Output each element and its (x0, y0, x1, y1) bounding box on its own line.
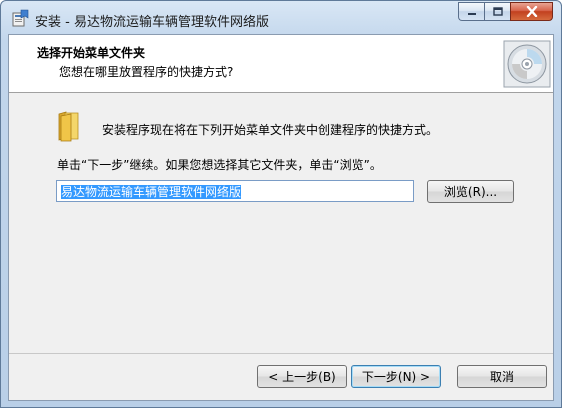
page-title: 选择开始菜单文件夹 (37, 46, 146, 60)
maximize-button[interactable] (484, 2, 510, 21)
cancel-button[interactable]: 取消 (457, 365, 547, 388)
close-button[interactable] (510, 2, 553, 21)
wizard-page: 选择开始菜单文件夹 您想在哪里放置程序的快捷方式? 安装程序现在将在下列开始菜单… (8, 34, 554, 401)
maximize-icon (492, 7, 503, 16)
folder-icon (58, 111, 79, 142)
installer-icon (12, 9, 29, 27)
footer-divider (9, 353, 553, 354)
hint-text: 单击“下一步”继续。如果您想选择其它文件夹，单击“浏览”。 (57, 158, 382, 172)
browse-button[interactable]: 浏览(R)... (427, 180, 514, 203)
page-subtitle: 您想在哪里放置程序的快捷方式? (59, 65, 234, 79)
minimize-icon (467, 12, 476, 15)
folder-input-value: 易达物流运输车辆管理软件网络版 (61, 185, 242, 199)
wizard-header: 选择开始菜单文件夹 您想在哪里放置程序的快捷方式? (9, 35, 553, 93)
installer-window: 安装 - 易达物流运输车辆管理软件网络版 选择开始菜单文件夹 您想在哪里放置程序… (0, 0, 562, 408)
start-menu-folder-input[interactable]: 易达物流运输车辆管理软件网络版 (56, 180, 414, 202)
close-icon (526, 6, 537, 17)
next-button[interactable]: 下一步(N) > (351, 365, 441, 388)
caption-buttons (458, 2, 553, 22)
info-text: 安装程序现在将在下列开始菜单文件夹中创建程序的快捷方式。 (102, 123, 439, 137)
minimize-button[interactable] (458, 2, 484, 21)
window-title: 安装 - 易达物流运输车辆管理软件网络版 (35, 15, 269, 30)
title-bar[interactable]: 安装 - 易达物流运输车辆管理软件网络版 (1, 1, 561, 37)
back-button[interactable]: < 上一步(B) (257, 365, 347, 388)
disc-icon (503, 40, 551, 88)
